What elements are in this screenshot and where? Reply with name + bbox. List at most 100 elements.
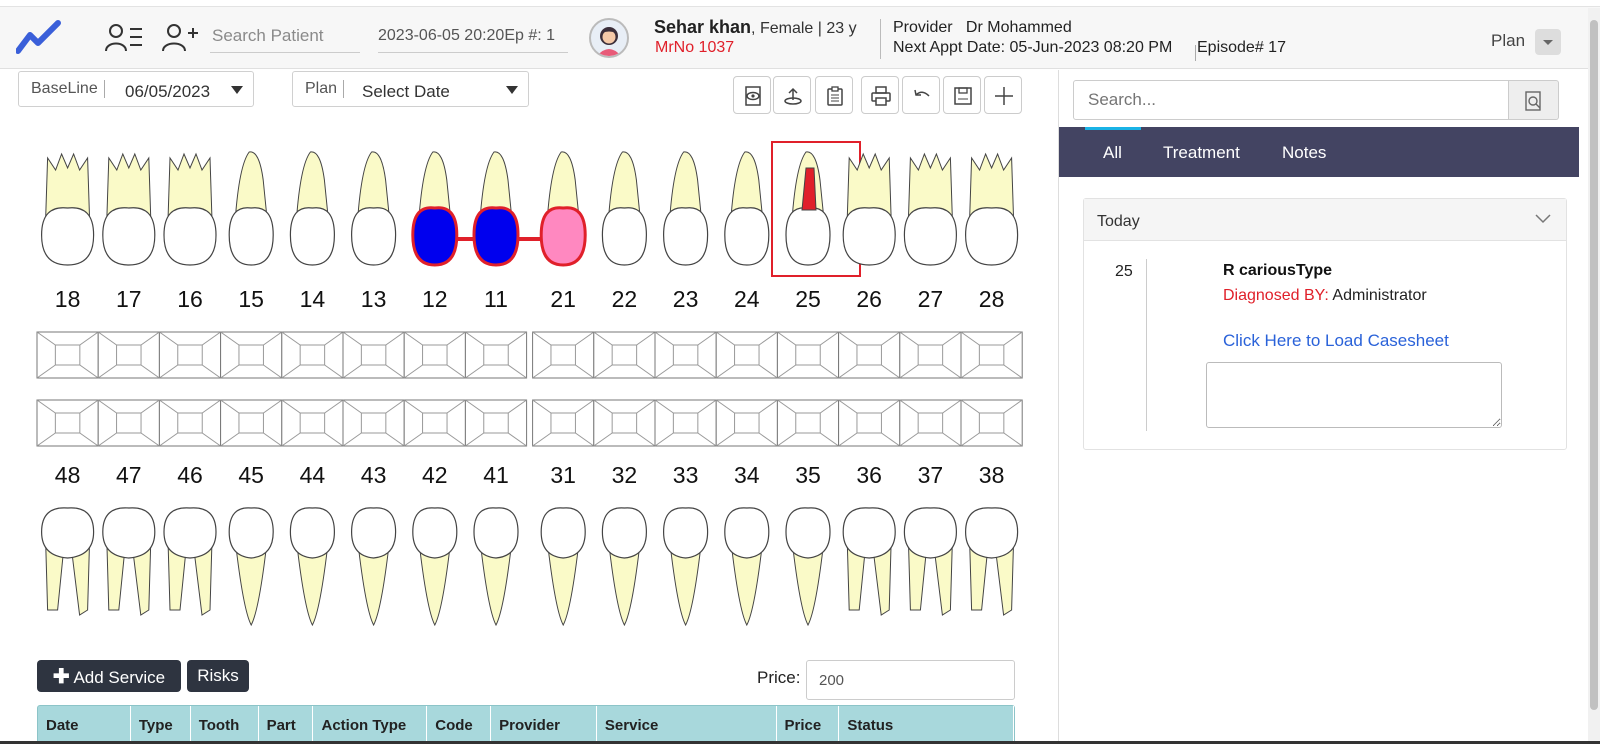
tooth-surface-grid[interactable]	[654, 331, 717, 379]
tooth-number-48[interactable]: 48	[48, 462, 88, 489]
plan-menu-label[interactable]: Plan	[1491, 31, 1525, 51]
lower-tooth-31[interactable]	[540, 507, 586, 627]
tooth-number-38[interactable]: 38	[972, 462, 1012, 489]
tooth-surface-grid[interactable]	[776, 331, 840, 379]
tooth-number-25[interactable]: 25	[788, 286, 828, 313]
upper-tooth-17[interactable]	[102, 152, 156, 266]
tab-treatment[interactable]: Treatment	[1163, 143, 1240, 163]
tooth-surface-grid[interactable]	[220, 399, 283, 447]
tooth-surface-grid[interactable]	[593, 399, 656, 447]
tooth-surface-grid[interactable]	[593, 331, 656, 379]
app-logo-icon[interactable]	[16, 19, 62, 55]
tooth-surface-grid[interactable]	[342, 331, 405, 379]
lower-tooth-36[interactable]	[842, 507, 896, 616]
tooth-surface-grid[interactable]	[97, 331, 160, 379]
upper-tooth-21[interactable]	[539, 151, 587, 267]
lower-tooth-43[interactable]	[350, 507, 397, 627]
column-header[interactable]: Service	[597, 706, 777, 743]
tooth-number-16[interactable]: 16	[170, 286, 210, 313]
today-header[interactable]: Today	[1084, 199, 1566, 241]
load-casesheet-link[interactable]: Click Here to Load Casesheet	[1223, 331, 1449, 351]
tooth-number-21[interactable]: 21	[543, 286, 583, 313]
tooth-surface-grid[interactable]	[464, 399, 528, 447]
tooth-surface-grid[interactable]	[220, 331, 283, 379]
tooth-number-27[interactable]: 27	[910, 286, 950, 313]
history-search-input[interactable]	[1073, 80, 1509, 120]
page-scrollbar[interactable]	[1588, 8, 1600, 744]
tooth-number-28[interactable]: 28	[972, 286, 1012, 313]
tooth-surface-grid[interactable]	[403, 399, 466, 447]
lower-tooth-46[interactable]	[163, 507, 217, 616]
lower-tooth-42[interactable]	[412, 507, 458, 627]
tooth-number-24[interactable]: 24	[727, 286, 767, 313]
tooth-number-45[interactable]: 45	[231, 462, 271, 489]
tooth-number-47[interactable]: 47	[109, 462, 149, 489]
upper-tooth-28[interactable]	[964, 152, 1019, 266]
tooth-surface-grid[interactable]	[464, 331, 528, 379]
lower-tooth-34[interactable]	[724, 507, 770, 627]
risks-button[interactable]: Risks	[187, 660, 249, 692]
entry-note-textarea[interactable]	[1206, 362, 1502, 428]
tooth-surface-grid[interactable]	[899, 331, 962, 379]
tooth-number-46[interactable]: 46	[170, 462, 210, 489]
tooth-number-12[interactable]: 12	[415, 286, 455, 313]
tooth-surface-grid[interactable]	[532, 399, 595, 447]
tooth-number-37[interactable]: 37	[910, 462, 950, 489]
tooth-number-15[interactable]: 15	[231, 286, 271, 313]
upper-tooth-16[interactable]	[163, 152, 217, 266]
history-search-button[interactable]	[1509, 80, 1559, 120]
tooth-number-43[interactable]: 43	[354, 462, 394, 489]
tooth-number-14[interactable]: 14	[292, 286, 332, 313]
upper-tooth-26[interactable]	[842, 152, 896, 266]
lower-tooth-44[interactable]	[289, 507, 336, 627]
upper-tooth-25[interactable]	[771, 141, 861, 277]
add-service-button[interactable]: ✚ Add Service	[37, 660, 181, 692]
upper-tooth-15[interactable]	[228, 151, 274, 266]
upper-tooth-14[interactable]	[289, 151, 336, 266]
tooth-number-44[interactable]: 44	[292, 462, 332, 489]
tab-notes[interactable]: Notes	[1282, 143, 1326, 163]
lower-tooth-37[interactable]	[903, 507, 958, 616]
tooth-surface-grid[interactable]	[97, 399, 160, 447]
column-header[interactable]: Action Type	[313, 706, 428, 743]
tooth-surface-grid[interactable]	[960, 331, 1023, 379]
lower-tooth-48[interactable]	[40, 507, 95, 616]
tooth-number-35[interactable]: 35	[788, 462, 828, 489]
tooth-surface-grid[interactable]	[838, 399, 901, 447]
upper-tooth-24[interactable]	[724, 151, 770, 266]
upper-tooth-27[interactable]	[903, 152, 958, 266]
tooth-surface-grid[interactable]	[899, 399, 962, 447]
column-header[interactable]: Date	[38, 706, 131, 743]
column-header[interactable]: Provider	[491, 706, 597, 743]
tooth-surface-grid[interactable]	[36, 399, 99, 447]
tab-all[interactable]: All	[1103, 143, 1122, 163]
tooth-number-17[interactable]: 17	[109, 286, 149, 313]
column-header[interactable]: Part	[259, 706, 314, 743]
tooth-surface-grid[interactable]	[281, 399, 344, 447]
upper-tooth-12[interactable]	[411, 151, 459, 267]
upper-tooth-22[interactable]	[601, 151, 648, 266]
lower-tooth-38[interactable]	[964, 507, 1019, 616]
column-header[interactable]: Status	[839, 706, 1015, 743]
tooth-surface-grid[interactable]	[36, 331, 99, 379]
tooth-surface-grid[interactable]	[158, 331, 222, 379]
tooth-number-33[interactable]: 33	[666, 462, 706, 489]
tooth-number-32[interactable]: 32	[604, 462, 644, 489]
upper-tooth-13[interactable]	[350, 151, 397, 266]
tooth-number-11[interactable]: 11	[476, 286, 516, 313]
column-header[interactable]: Type	[131, 706, 191, 743]
lower-tooth-33[interactable]	[662, 507, 709, 627]
lower-tooth-35[interactable]	[785, 507, 831, 627]
tooth-surface-grid[interactable]	[715, 331, 778, 379]
patient-list-icon[interactable]	[104, 21, 144, 55]
tooth-surface-grid[interactable]	[281, 331, 344, 379]
upper-tooth-11[interactable]	[472, 151, 520, 267]
tooth-surface-grid[interactable]	[715, 399, 778, 447]
tooth-surface-grid[interactable]	[960, 399, 1023, 447]
tooth-surface-grid[interactable]	[342, 399, 405, 447]
tooth-number-22[interactable]: 22	[604, 286, 644, 313]
plan-dropdown-button[interactable]	[1535, 29, 1561, 55]
tooth-number-31[interactable]: 31	[543, 462, 583, 489]
tooth-number-13[interactable]: 13	[354, 286, 394, 313]
price-input[interactable]	[806, 660, 1015, 700]
